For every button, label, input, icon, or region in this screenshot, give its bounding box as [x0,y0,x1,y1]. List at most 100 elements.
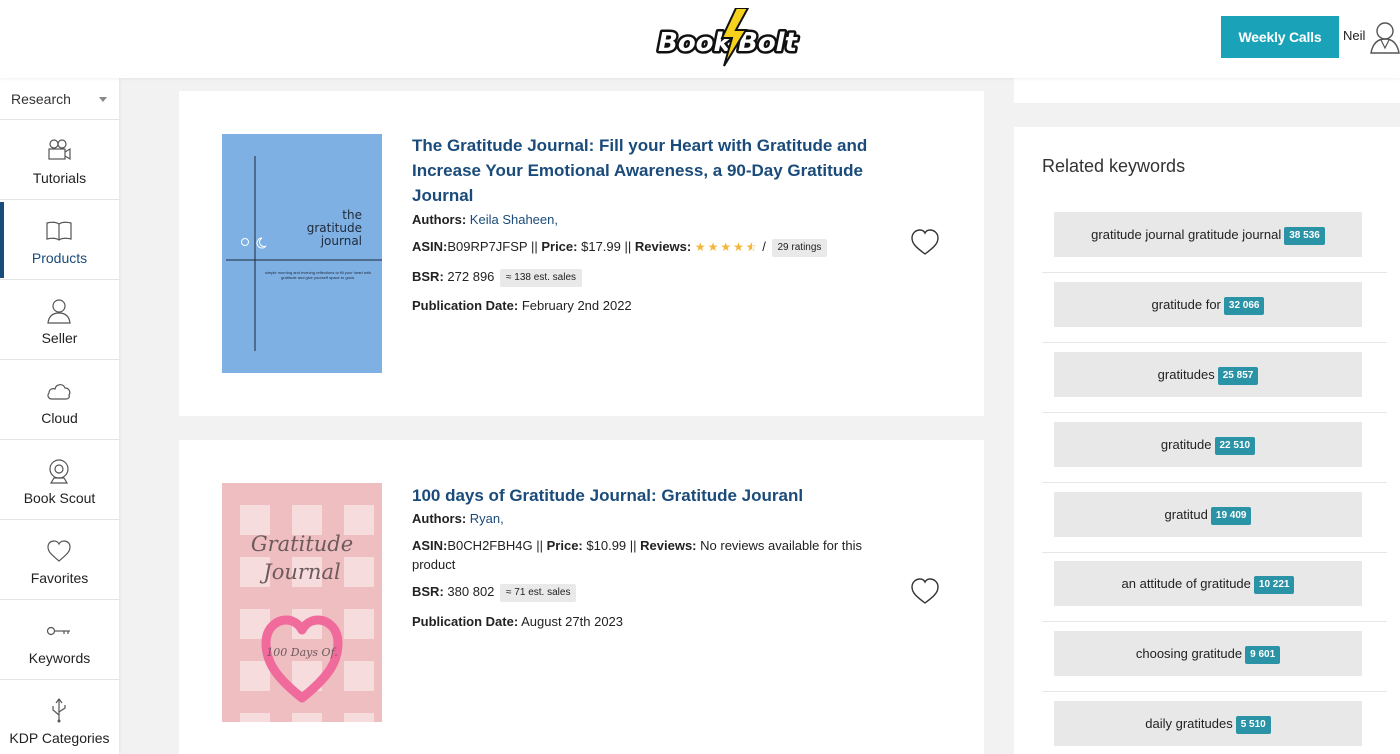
keyword-button[interactable]: an attitude of gratitude 10 221 [1054,561,1362,606]
keyword-row: gratitude journal gratitude journal 38 53… [1042,203,1387,273]
price-label: Price: [546,538,583,553]
sidebar-item-label: Products [31,250,88,266]
sidebar-item-tutorials[interactable]: Tutorials [0,120,119,200]
keyword-text: gratitude [1160,437,1212,452]
book-cover-art: the gratitude journal simple morning and… [222,134,382,373]
bsr-label: BSR: [412,584,444,599]
cover-subtitle: simple morning and evening reflections t… [264,270,372,280]
sidebar-item-favorites[interactable]: Favorites [0,520,119,600]
chevron-down-icon [99,97,107,102]
product-publication-date: Publication Date: August 27th 2023 [412,612,872,631]
keyword-button[interactable]: daily gratitudes 5 510 [1054,701,1362,746]
sidebar-item-book-scout[interactable]: Book Scout [0,440,119,520]
book-cover-art: Gratitude Journal 100 Days Of. [222,483,382,722]
keyword-count-badge: 19 409 [1210,507,1252,525]
keyword-row: choosing gratitude 9 601 [1042,622,1387,692]
webcam-icon [49,459,69,484]
keyword-count-badge: 22 510 [1214,437,1256,455]
keyword-text: an attitude of gratitude [1121,576,1251,591]
product-bsr-line: BSR: 272 896 ≈ 138 est. sales [412,267,872,287]
right-panel-top [1014,78,1400,103]
keyword-count-badge: 25 857 [1217,367,1259,385]
reviews-label: Reviews: [634,239,692,254]
book-cover-image[interactable]: Gratitude Journal 100 Days Of. [222,483,382,722]
reviews-label: Reviews: [640,538,697,553]
cover-title-line1: the [342,208,362,222]
keyword-button[interactable]: gratitudes 25 857 [1054,352,1362,397]
sidebar-item-label: Tutorials [32,170,87,186]
asin-value: B0CH2FBH4G [447,538,533,553]
keyword-button[interactable]: gratitud 19 409 [1054,492,1362,537]
related-keywords-panel: Related keywords gratitude journal grati… [1014,127,1400,754]
sidebar-item-seller[interactable]: Seller [0,280,119,360]
product-title[interactable]: 100 days of Gratitude Journal: Gratitude… [412,483,882,508]
product-authors: Authors: Keila Shaheen, [412,210,872,229]
sidebar-item-keywords[interactable]: Keywords [0,600,119,680]
sidebar-item-label: Seller [41,330,78,346]
price-value: $10.99 [586,538,627,553]
bsr-value: 272 896 [447,269,495,284]
star-rating: ★★★★☆★ [695,240,759,254]
product-bsr-line: BSR: 380 802 ≈ 71 est. sales [412,582,872,602]
bsr-label: BSR: [412,269,444,284]
keyword-button[interactable]: choosing gratitude 9 601 [1054,631,1362,676]
author-link[interactable]: Ryan, [470,511,504,526]
product-card: the gratitude journal simple morning and… [179,91,984,416]
keyword-row: daily gratitudes 5 510 [1042,692,1387,754]
keyword-text: gratitude for [1151,297,1221,312]
sidebar-item-label: Cloud [41,410,78,426]
cloud-icon [47,384,71,400]
svg-text:Book: Book [658,28,733,58]
keyword-text: gratitud [1164,507,1208,522]
publication-date-value: August 27th 2023 [521,614,624,629]
cover-title-line1: Gratitude [251,532,353,556]
publication-date-value: February 2nd 2022 [521,298,632,313]
favorite-heart-icon[interactable] [910,228,940,256]
user-avatar-icon[interactable] [1369,20,1400,54]
asin-label: ASIN: [412,239,448,254]
est-sales-badge: ≈ 138 est. sales [500,269,583,287]
sidebar-item-cloud[interactable]: Cloud [0,360,119,440]
est-sales-badge: ≈ 71 est. sales [500,584,577,602]
product-publication-date: Publication Date: February 2nd 2022 [412,296,872,315]
cover-title-line2: gratitude [307,221,362,235]
keyword-button[interactable]: gratitude 22 510 [1054,422,1362,467]
keyword-row: gratitude 22 510 [1042,413,1387,483]
keyword-row: gratitud 19 409 [1042,483,1387,553]
related-keywords-title: Related keywords [1042,156,1186,176]
keyword-button[interactable]: gratitude for 32 066 [1054,282,1362,327]
asin-value: B09RP7JFSP [447,239,528,254]
favorite-heart-icon[interactable] [910,577,940,605]
product-card: Gratitude Journal 100 Days Of. 100 days … [179,440,984,754]
product-title[interactable]: The Gratitude Journal: Fill your Heart w… [412,133,882,208]
keyword-text: gratitude journal gratitude journal [1091,227,1282,242]
sidebar-item-kdp-categories[interactable]: KDP Categories [0,680,119,754]
cover-title-line3: journal [320,234,362,248]
keyword-button[interactable]: gratitude journal gratitude journal 38 53… [1054,212,1362,257]
research-dropdown[interactable]: Research [0,78,119,120]
keyword-text: choosing gratitude [1135,646,1243,661]
video-camera-icon [48,139,71,161]
product-authors: Authors: Ryan, [412,509,872,528]
bsr-value: 380 802 [447,584,495,599]
sidebar-item-products[interactable]: Products [0,200,119,280]
keyword-row: gratitudes 25 857 [1042,343,1387,413]
keyword-count-badge: 9 601 [1245,646,1281,664]
user-name[interactable]: Neil [1343,28,1365,43]
book-cover-image[interactable]: the gratitude journal simple morning and… [222,134,382,373]
weekly-calls-button[interactable]: Weekly Calls [1221,16,1339,58]
authors-label: Authors: [412,511,467,526]
price-value: $17.99 [581,239,621,254]
research-dropdown-value: Research [11,91,71,107]
keyword-count-badge: 38 536 [1284,227,1325,245]
sidebar-item-label: KDP Categories [9,730,110,746]
heart-icon [47,540,71,562]
svg-text:Bolt: Bolt [738,28,799,58]
book-bolt-logo[interactable]: Book Book Bolt Bolt [656,8,806,68]
ratings-count-badge: 29 ratings [771,239,828,257]
open-book-icon [46,221,72,241]
cover-title-line2: Journal [259,560,340,584]
publication-date-label: Publication Date: [412,298,519,313]
cover-heart-text: 100 Days Of. [266,646,337,659]
author-link[interactable]: Keila Shaheen, [470,212,558,227]
